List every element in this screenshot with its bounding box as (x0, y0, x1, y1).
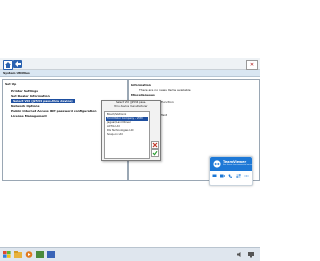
more-options-icon[interactable] (244, 174, 249, 178)
teamviewer-panel[interactable]: TeamViewer Free license (non-commercial … (209, 156, 255, 186)
explorer-icon[interactable] (14, 251, 22, 258)
vci-selection-dialog: Select VCI (J2534 pass- thru device manu… (101, 100, 161, 161)
cancel-x-icon (152, 142, 158, 148)
ids-app-icon-2[interactable] (47, 251, 55, 258)
chat-icon[interactable] (212, 174, 217, 178)
function-label: Function (161, 100, 174, 104)
menu-item-select-vci[interactable]: Select VCI (J2534 pass-thru device) (11, 99, 75, 103)
menu-item-idp-password[interactable]: Public Internet Access IDP password conf… (11, 109, 96, 113)
ids-app-icon[interactable] (36, 251, 44, 258)
info-text: There are no news items available (139, 88, 191, 92)
dialog-title: Select VCI (J2534 pass- thru device manu… (102, 101, 160, 108)
close-icon: ✕ (249, 62, 255, 68)
menu-item-license-management[interactable]: License Management (11, 114, 47, 118)
menu-item-printer-settings[interactable]: Printer Settings (11, 89, 38, 93)
teamviewer-header: TeamViewer Free license (non-commercial … (210, 157, 255, 171)
teamviewer-logo-icon (213, 160, 221, 168)
list-item-snap-on[interactable]: Snap-on Ltd (106, 133, 148, 137)
ok-button[interactable] (151, 149, 159, 157)
menu-item-network-options[interactable]: Network Options (11, 104, 39, 108)
home-button[interactable] (3, 60, 13, 70)
file-transfer-icon[interactable] (236, 174, 241, 178)
teamviewer-toolbar (212, 172, 250, 180)
video-icon[interactable] (220, 174, 225, 178)
back-button[interactable] (13, 60, 22, 68)
setup-header: Set Up (5, 82, 17, 86)
checkmark-icon (152, 150, 158, 156)
volume-icon[interactable] (236, 251, 244, 258)
manufacturer-list[interactable]: Bosch/Vetronix Ford Motor Company - VCM … (104, 111, 150, 159)
window-title-bar: System Utilities (0, 70, 260, 77)
top-toolbar (0, 58, 260, 70)
teamviewer-name: TeamViewer (223, 160, 247, 164)
media-player-icon[interactable] (25, 251, 33, 258)
cancel-button[interactable] (151, 141, 159, 149)
info-title: Information (131, 83, 151, 87)
network-icon[interactable] (247, 251, 255, 258)
phone-icon[interactable] (228, 174, 233, 178)
taskbar (0, 247, 260, 261)
start-button-icon[interactable] (3, 251, 11, 258)
home-icon (5, 62, 11, 68)
window-title: System Utilities (3, 71, 30, 75)
text-label: Text (161, 113, 168, 117)
close-button[interactable]: ✕ (246, 60, 258, 70)
misc-title: Miscellaneous (131, 93, 155, 97)
dialog-title-line-2: thru device manufacturer (114, 104, 148, 108)
menu-item-dealer-information[interactable]: Set Dealer Information (11, 94, 50, 98)
arrow-left-icon (15, 61, 21, 67)
teamviewer-status: Free license (non-commercial use only) (223, 165, 255, 166)
